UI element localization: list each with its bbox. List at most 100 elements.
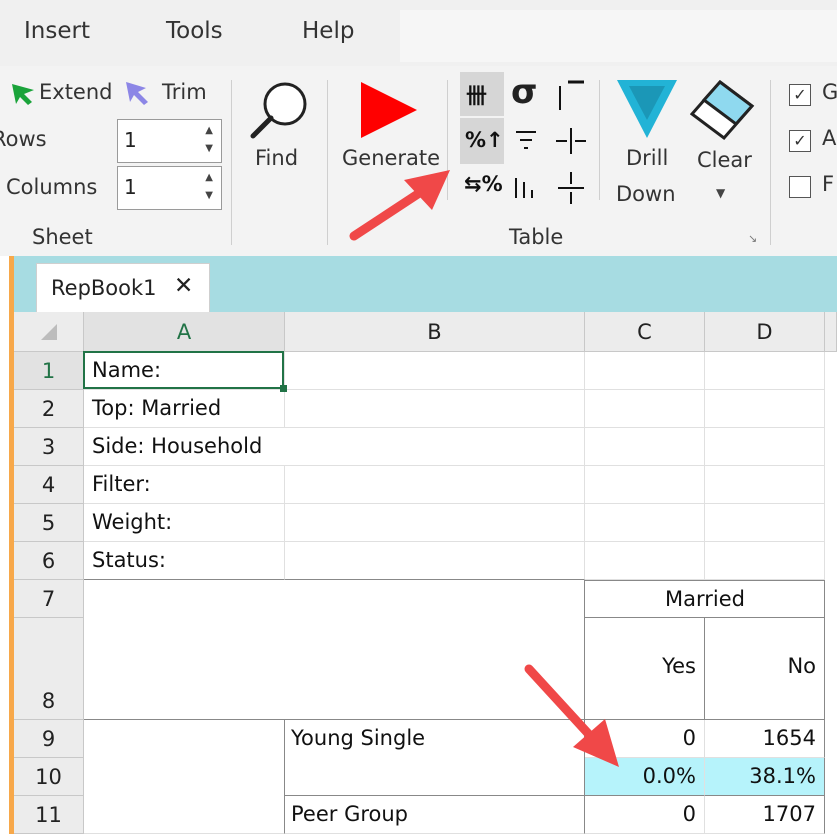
- annotation-arrow-icon: [524, 664, 619, 767]
- column-header-a[interactable]: A: [84, 312, 285, 352]
- find-button[interactable]: Find: [255, 146, 298, 170]
- menu-insert[interactable]: Insert: [24, 18, 90, 44]
- checkbox-a[interactable]: ✓: [789, 130, 811, 152]
- trim-button[interactable]: Trim: [162, 80, 207, 104]
- row-header-5[interactable]: 5: [14, 504, 84, 542]
- row-header-7[interactable]: 7: [14, 580, 84, 618]
- cell-a6[interactable]: Status:: [84, 542, 285, 580]
- cell-c1[interactable]: [585, 352, 705, 390]
- cell-d5[interactable]: [705, 504, 825, 542]
- table-filter-button[interactable]: [512, 124, 542, 158]
- cell-a3[interactable]: Side: Household: [84, 428, 285, 466]
- cell-a2-text: Top: Married: [92, 396, 222, 420]
- row-header-3[interactable]: 3: [14, 428, 84, 466]
- row-header-2[interactable]: 2: [14, 390, 84, 428]
- table-bars-button[interactable]: [512, 170, 546, 206]
- cell-c3[interactable]: [585, 428, 705, 466]
- cell-d6[interactable]: [705, 542, 825, 580]
- row-header-11[interactable]: 11: [14, 796, 84, 834]
- separator: [327, 80, 328, 245]
- table-percent-sort-button[interactable]: %↑: [460, 118, 504, 164]
- menu-help[interactable]: Help: [302, 18, 354, 44]
- percent-sort-icon: %↑: [465, 128, 504, 152]
- column-header-e[interactable]: [825, 312, 837, 352]
- checkbox-g[interactable]: ✓: [789, 84, 811, 106]
- extend-button[interactable]: Extend: [39, 80, 113, 104]
- split-rows-icon: [558, 172, 584, 204]
- drill-down-triangle-icon[interactable]: [615, 78, 679, 142]
- peer-group-label: Peer Group: [291, 802, 408, 826]
- cell-d2[interactable]: [705, 390, 825, 428]
- cell-b1[interactable]: [285, 352, 585, 390]
- column-header-b[interactable]: B: [285, 312, 585, 352]
- spreadsheet-grid[interactable]: A B C D 1 2 3 4 5 6 7 8 9 10 11 Name: To…: [14, 312, 837, 834]
- rows-up-icon[interactable]: ▲: [205, 125, 213, 136]
- row-header-10[interactable]: 10: [14, 758, 84, 796]
- cell-d4[interactable]: [705, 466, 825, 504]
- cell-c4[interactable]: [585, 466, 705, 504]
- merge-columns-icon: [556, 128, 586, 154]
- cell-c6[interactable]: [585, 542, 705, 580]
- columns-up-icon[interactable]: ▲: [205, 172, 213, 183]
- table-bracket-button[interactable]: [554, 72, 588, 116]
- menu-tools[interactable]: Tools: [166, 18, 223, 44]
- close-icon[interactable]: ✕: [174, 273, 193, 299]
- eraser-icon[interactable]: [690, 78, 760, 144]
- cell-a5-text: Weight:: [92, 510, 173, 534]
- select-all-corner[interactable]: [14, 312, 84, 352]
- rows-stepper[interactable]: 1 ▲ ▼: [117, 119, 222, 163]
- table-split-button[interactable]: [554, 170, 588, 206]
- play-icon[interactable]: [357, 78, 421, 142]
- row-header-6[interactable]: 6: [14, 542, 84, 580]
- cell-b11[interactable]: Peer Group: [285, 796, 585, 834]
- row-header-9[interactable]: 9: [14, 720, 84, 758]
- column-header-d[interactable]: D: [705, 312, 825, 352]
- row-header-4[interactable]: 4: [14, 466, 84, 504]
- cell-d3[interactable]: [705, 428, 825, 466]
- checkbox-f[interactable]: [789, 176, 811, 198]
- dialog-launcher-icon[interactable]: ↘: [748, 232, 757, 245]
- cell-b6[interactable]: [285, 542, 585, 580]
- columns-down-icon[interactable]: ▼: [205, 190, 213, 201]
- cell-a5[interactable]: Weight:: [84, 504, 285, 542]
- cell-d8[interactable]: No: [705, 618, 825, 720]
- table-merge-button[interactable]: [554, 124, 588, 158]
- columns-stepper[interactable]: 1 ▲ ▼: [117, 166, 222, 210]
- cell-c10-value: 0.0%: [642, 764, 696, 788]
- row-header-1[interactable]: 1: [14, 352, 84, 390]
- cell-a4-text: Filter:: [92, 472, 151, 496]
- cell-a2[interactable]: Top: Married: [84, 390, 285, 428]
- cell-d10[interactable]: 38.1%: [705, 758, 825, 796]
- cell-c9-value: 0: [682, 726, 696, 750]
- cell-c11[interactable]: 0: [585, 796, 705, 834]
- cell-c5[interactable]: [585, 504, 705, 542]
- cell-c2[interactable]: [585, 390, 705, 428]
- checkbox-g-label: G: [822, 80, 837, 104]
- row-header-8[interactable]: 8: [14, 618, 84, 720]
- cell-d11[interactable]: 1707: [705, 796, 825, 834]
- cell-b4[interactable]: [285, 466, 585, 504]
- rows-down-icon[interactable]: ▼: [205, 143, 213, 154]
- corner-triangle-icon: [40, 323, 57, 340]
- clear-dropdown-chevron-icon[interactable]: ▼: [716, 186, 725, 200]
- drill-label[interactable]: Drill: [626, 146, 668, 170]
- down-label[interactable]: Down: [616, 182, 676, 206]
- cell-b5[interactable]: [285, 504, 585, 542]
- clear-button[interactable]: Clear: [697, 148, 752, 172]
- cell-d1[interactable]: [705, 352, 825, 390]
- cell-a4[interactable]: Filter:: [84, 466, 285, 504]
- cell-c7[interactable]: Married: [585, 580, 825, 618]
- cell-b2[interactable]: [285, 390, 585, 428]
- table-tally-button[interactable]: 卌: [460, 72, 504, 116]
- cell-b3[interactable]: [285, 428, 585, 466]
- magnifier-icon[interactable]: [247, 78, 311, 142]
- cell-a9[interactable]: [84, 720, 285, 834]
- cell-d9[interactable]: 1654: [705, 720, 825, 758]
- column-header-c[interactable]: C: [585, 312, 705, 352]
- table-sigma-button[interactable]: σ: [509, 72, 549, 116]
- tab-repbook1[interactable]: RepBook1 ✕: [36, 263, 210, 313]
- rows-label: Rows: [0, 127, 47, 151]
- table-corner-area[interactable]: [84, 580, 585, 720]
- table-percent-reverse-button[interactable]: ⇆%: [462, 168, 503, 208]
- fill-handle[interactable]: [280, 385, 287, 392]
